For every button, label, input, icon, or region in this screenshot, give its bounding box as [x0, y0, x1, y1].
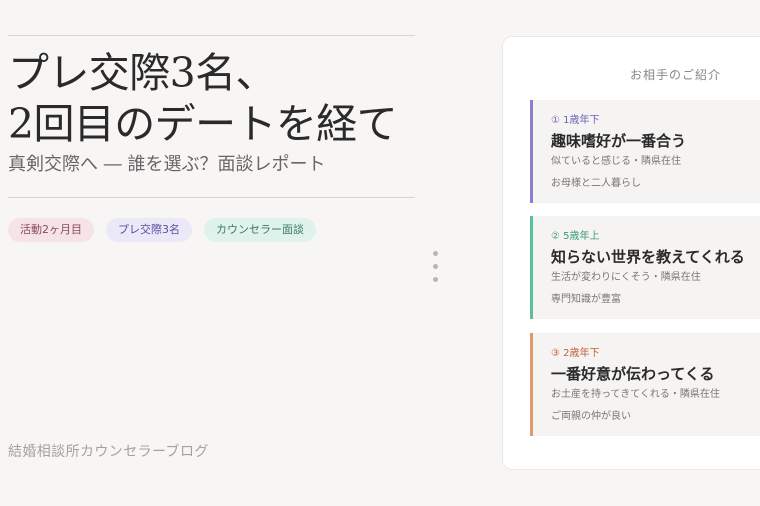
partner-card-note: 専門知識が豊富	[551, 294, 621, 305]
partner-card-description: 似ていると感じる・隣県在住	[551, 156, 681, 167]
partner-card-1: ① 1歳年下 趣味嗜好が一番合う 似ていると感じる・隣県在住 お母様と二人暮らし	[530, 100, 760, 203]
partner-card-note: ご両親の仲が良い	[551, 411, 631, 422]
article-title: プレ交際3名、 2回目のデートを経て	[8, 48, 478, 150]
tag-list: 活動2ヶ月目 プレ交際3名 カウンセラー面談	[8, 218, 316, 242]
partner-card-2: ② 5歳年上 知らない世界を教えてくれる 生活が変わりにくそう・隣県在住 専門知…	[530, 216, 760, 319]
partner-card-description: お土産を持ってきてくれる・隣県在住	[551, 389, 720, 400]
article-title-line2: 2回目のデートを経て	[8, 100, 398, 148]
tag-activity-period: 活動2ヶ月目	[8, 218, 94, 242]
dot	[433, 251, 438, 256]
article-title-line1: プレ交際3名、	[8, 49, 276, 97]
top-divider	[8, 35, 415, 36]
subtitle-divider	[8, 197, 415, 198]
partner-card-heading: 知らない世界を教えてくれる	[551, 248, 745, 266]
tag-counselor-meeting: カウンセラー面談	[204, 218, 316, 242]
partner-card-note: お母様と二人暮らし	[551, 178, 641, 189]
more-options-icon	[433, 251, 438, 282]
partner-card-heading: 趣味嗜好が一番合う	[551, 132, 687, 150]
partner-card-label: ① 1歳年下	[551, 115, 600, 126]
dot	[433, 264, 438, 269]
panel-title: お相手のご紹介	[630, 68, 722, 82]
partner-card-label: ③ 2歳年下	[551, 348, 600, 359]
article-subtitle: 真剣交際へ ― 誰を選ぶ？面談レポート	[8, 154, 326, 175]
dot	[433, 277, 438, 282]
partner-card-3: ③ 2歳年下 一番好意が伝わってくる お土産を持ってきてくれる・隣県在住 ご両親…	[530, 333, 760, 436]
partner-card-description: 生活が変わりにくそう・隣県在住	[551, 272, 701, 283]
blog-brand: 結婚相談所カウンセラーブログ	[8, 444, 209, 460]
partner-card-heading: 一番好意が伝わってくる	[551, 365, 715, 383]
tag-pre-dating: プレ交際3名	[106, 218, 192, 242]
partner-card-label: ② 5歳年上	[551, 231, 600, 242]
